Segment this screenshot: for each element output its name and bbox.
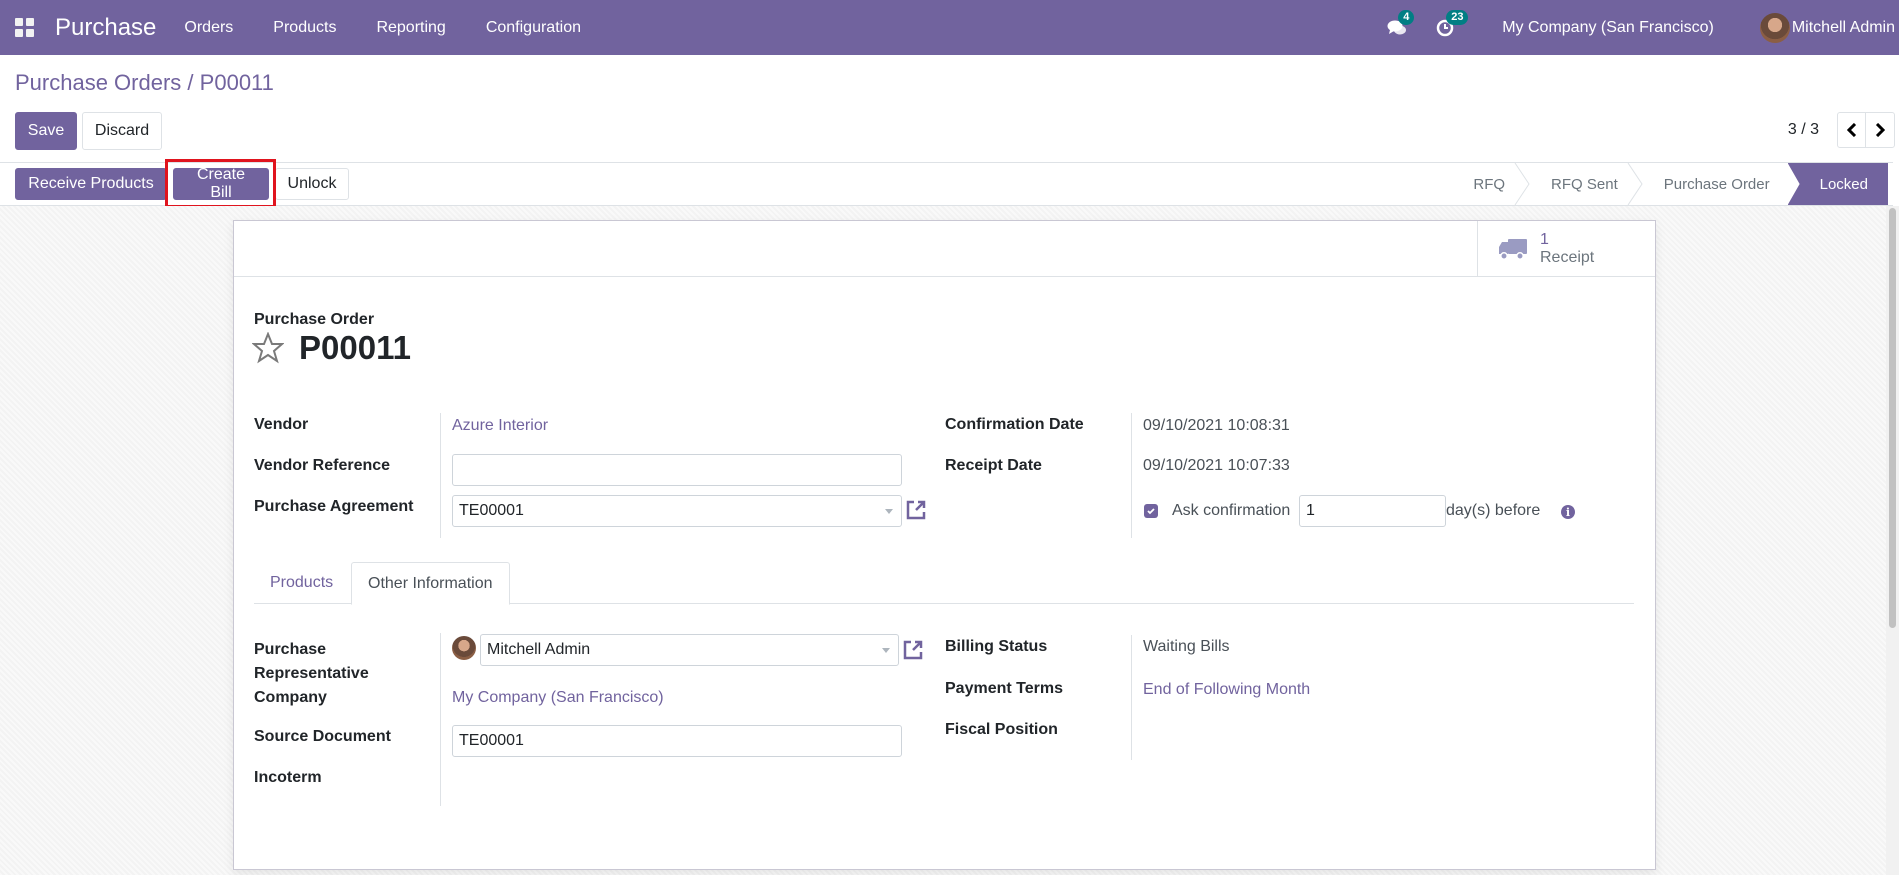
billing-status-label: Billing Status	[945, 638, 1048, 655]
breadcrumb: Purchase Orders / P00011	[15, 70, 274, 96]
purchase-representative-label: Purchase Representative Company	[254, 638, 369, 710]
messages-button[interactable]: 4	[1386, 9, 1415, 39]
notebook-tabs: Products Other Information	[254, 562, 1634, 605]
menu-reporting[interactable]: Reporting	[376, 19, 445, 37]
representative-avatar	[452, 636, 476, 660]
user-menu[interactable]: Mitchell Admin	[1759, 12, 1895, 43]
breadcrumb-separator: /	[187, 70, 194, 95]
scrollbar[interactable]	[1886, 206, 1899, 875]
receipt-label: Receipt	[1540, 248, 1595, 266]
external-link-icon[interactable]	[904, 498, 928, 522]
purchase-agreement-label: Purchase Agreement	[254, 498, 414, 515]
messages-badge: 4	[1398, 9, 1415, 25]
stage-locked[interactable]: Locked	[1787, 163, 1888, 205]
field-separator	[440, 633, 441, 806]
form-title-label: Purchase Order	[254, 311, 375, 328]
unlock-button[interactable]: Unlock	[275, 168, 349, 200]
app-name[interactable]: Purchase	[55, 14, 156, 42]
checkmark-icon	[1147, 508, 1155, 515]
stage-label: Purchase Order	[1663, 175, 1770, 193]
info-icon[interactable]: i	[1561, 505, 1575, 519]
payment-terms-value[interactable]: End of Following Month	[1143, 681, 1310, 699]
chevron-left-icon	[1846, 123, 1856, 137]
purchase-agreement-select[interactable]: TE00001	[452, 495, 902, 527]
save-button[interactable]: Save	[15, 112, 77, 150]
order-name: P00011	[299, 329, 411, 366]
source-document-input[interactable]	[452, 725, 902, 757]
receipt-date-value: 09/10/2021 10:07:33	[1143, 457, 1290, 474]
pager-value: 3 / 3	[1787, 121, 1819, 138]
company-switcher[interactable]: My Company (San Francisco)	[1502, 19, 1714, 37]
purchase-representative-select[interactable]: Mitchell Admin	[480, 634, 899, 666]
menu-products[interactable]: Products	[273, 19, 336, 37]
chevron-right-icon	[1875, 123, 1885, 137]
pager-next-button[interactable]	[1866, 113, 1894, 147]
receive-products-button[interactable]: Receive Products	[15, 168, 167, 200]
stage-label: RFQ Sent	[1551, 175, 1618, 193]
truck-icon	[1499, 238, 1527, 260]
receipt-date-label: Receipt Date	[945, 457, 1042, 474]
star-icon[interactable]	[252, 332, 284, 364]
tab-other-information[interactable]: Other Information	[351, 562, 510, 605]
user-avatar	[1759, 12, 1790, 43]
discard-button[interactable]: Discard	[82, 112, 162, 150]
payment-terms-label: Payment Terms	[945, 680, 1063, 697]
systray: 4 23 My Company (San Francisco) Mitchell…	[1386, 0, 1899, 55]
form-sheet: 1 Receipt Purchase Order P00011 Vendor A…	[233, 220, 1656, 870]
source-document-label: Source Document	[254, 728, 391, 745]
stage-purchase-order[interactable]: Purchase Order	[1636, 163, 1788, 205]
activities-badge: 23	[1446, 9, 1469, 25]
ask-confirmation-checkbox[interactable]	[1144, 504, 1158, 518]
breadcrumb-current: P00011	[199, 70, 274, 95]
pager-buttons	[1837, 112, 1895, 148]
ask-confirmation-label: Ask confirmation	[1172, 502, 1291, 519]
confirmation-date-value: 09/10/2021 10:08:31	[1143, 417, 1290, 434]
stage-rfq-sent[interactable]: RFQ Sent	[1523, 163, 1643, 205]
fiscal-position-label: Fiscal Position	[945, 721, 1058, 738]
activities-button[interactable]: 23	[1434, 9, 1469, 39]
company-value[interactable]: My Company (San Francisco)	[452, 689, 664, 707]
ask-confirmation-days-input[interactable]	[1299, 495, 1446, 527]
scrollbar-thumb[interactable]	[1889, 208, 1896, 628]
dropdown-caret-icon	[885, 509, 893, 514]
vendor-label: Vendor	[254, 416, 309, 433]
status-bar: Receive Products Create Bill Unlock RFQ …	[0, 162, 1893, 206]
label-line: Purchase	[254, 641, 327, 658]
confirmation-date-label: Confirmation Date	[945, 416, 1084, 433]
vendor-value[interactable]: Azure Interior	[452, 417, 548, 435]
incoterm-label: Incoterm	[254, 769, 322, 786]
stage-label: RFQ	[1473, 175, 1506, 193]
top-navbar: Purchase Orders Products Reporting Confi…	[0, 0, 1899, 55]
receipt-smart-button[interactable]: 1 Receipt	[1477, 221, 1655, 276]
field-separator	[1131, 413, 1132, 538]
menu-configuration[interactable]: Configuration	[486, 19, 581, 37]
create-bill-highlight	[165, 159, 276, 208]
billing-status-value: Waiting Bills	[1143, 638, 1230, 655]
stage-rfq[interactable]: RFQ	[1445, 163, 1530, 205]
receipt-count: 1	[1540, 230, 1549, 248]
vendor-reference-input[interactable]	[452, 454, 902, 486]
purchase-agreement-value: TE00001	[459, 502, 524, 519]
pager-previous-button[interactable]	[1838, 113, 1866, 147]
field-separator	[1131, 635, 1132, 760]
stage-label: Locked	[1819, 175, 1868, 193]
vendor-reference-label: Vendor Reference	[254, 457, 391, 474]
external-link-icon[interactable]	[901, 638, 925, 662]
breadcrumb-parent[interactable]: Purchase Orders	[15, 70, 181, 95]
tab-products[interactable]: Products	[254, 562, 349, 604]
days-before-label: day(s) before	[1446, 502, 1541, 519]
stage-pipeline: RFQ RFQ Sent Purchase Order Locked	[1445, 163, 1888, 205]
menu-orders[interactable]: Orders	[184, 19, 233, 37]
purchase-representative-value: Mitchell Admin	[487, 641, 591, 658]
label-line: Representative	[254, 665, 369, 682]
apps-grid-icon[interactable]	[15, 17, 35, 38]
smart-button-box: 1 Receipt	[234, 221, 1655, 277]
user-name: Mitchell Admin	[1791, 18, 1895, 36]
field-separator	[440, 413, 441, 538]
dropdown-caret-icon	[882, 648, 890, 653]
company-label: Company	[254, 689, 327, 706]
